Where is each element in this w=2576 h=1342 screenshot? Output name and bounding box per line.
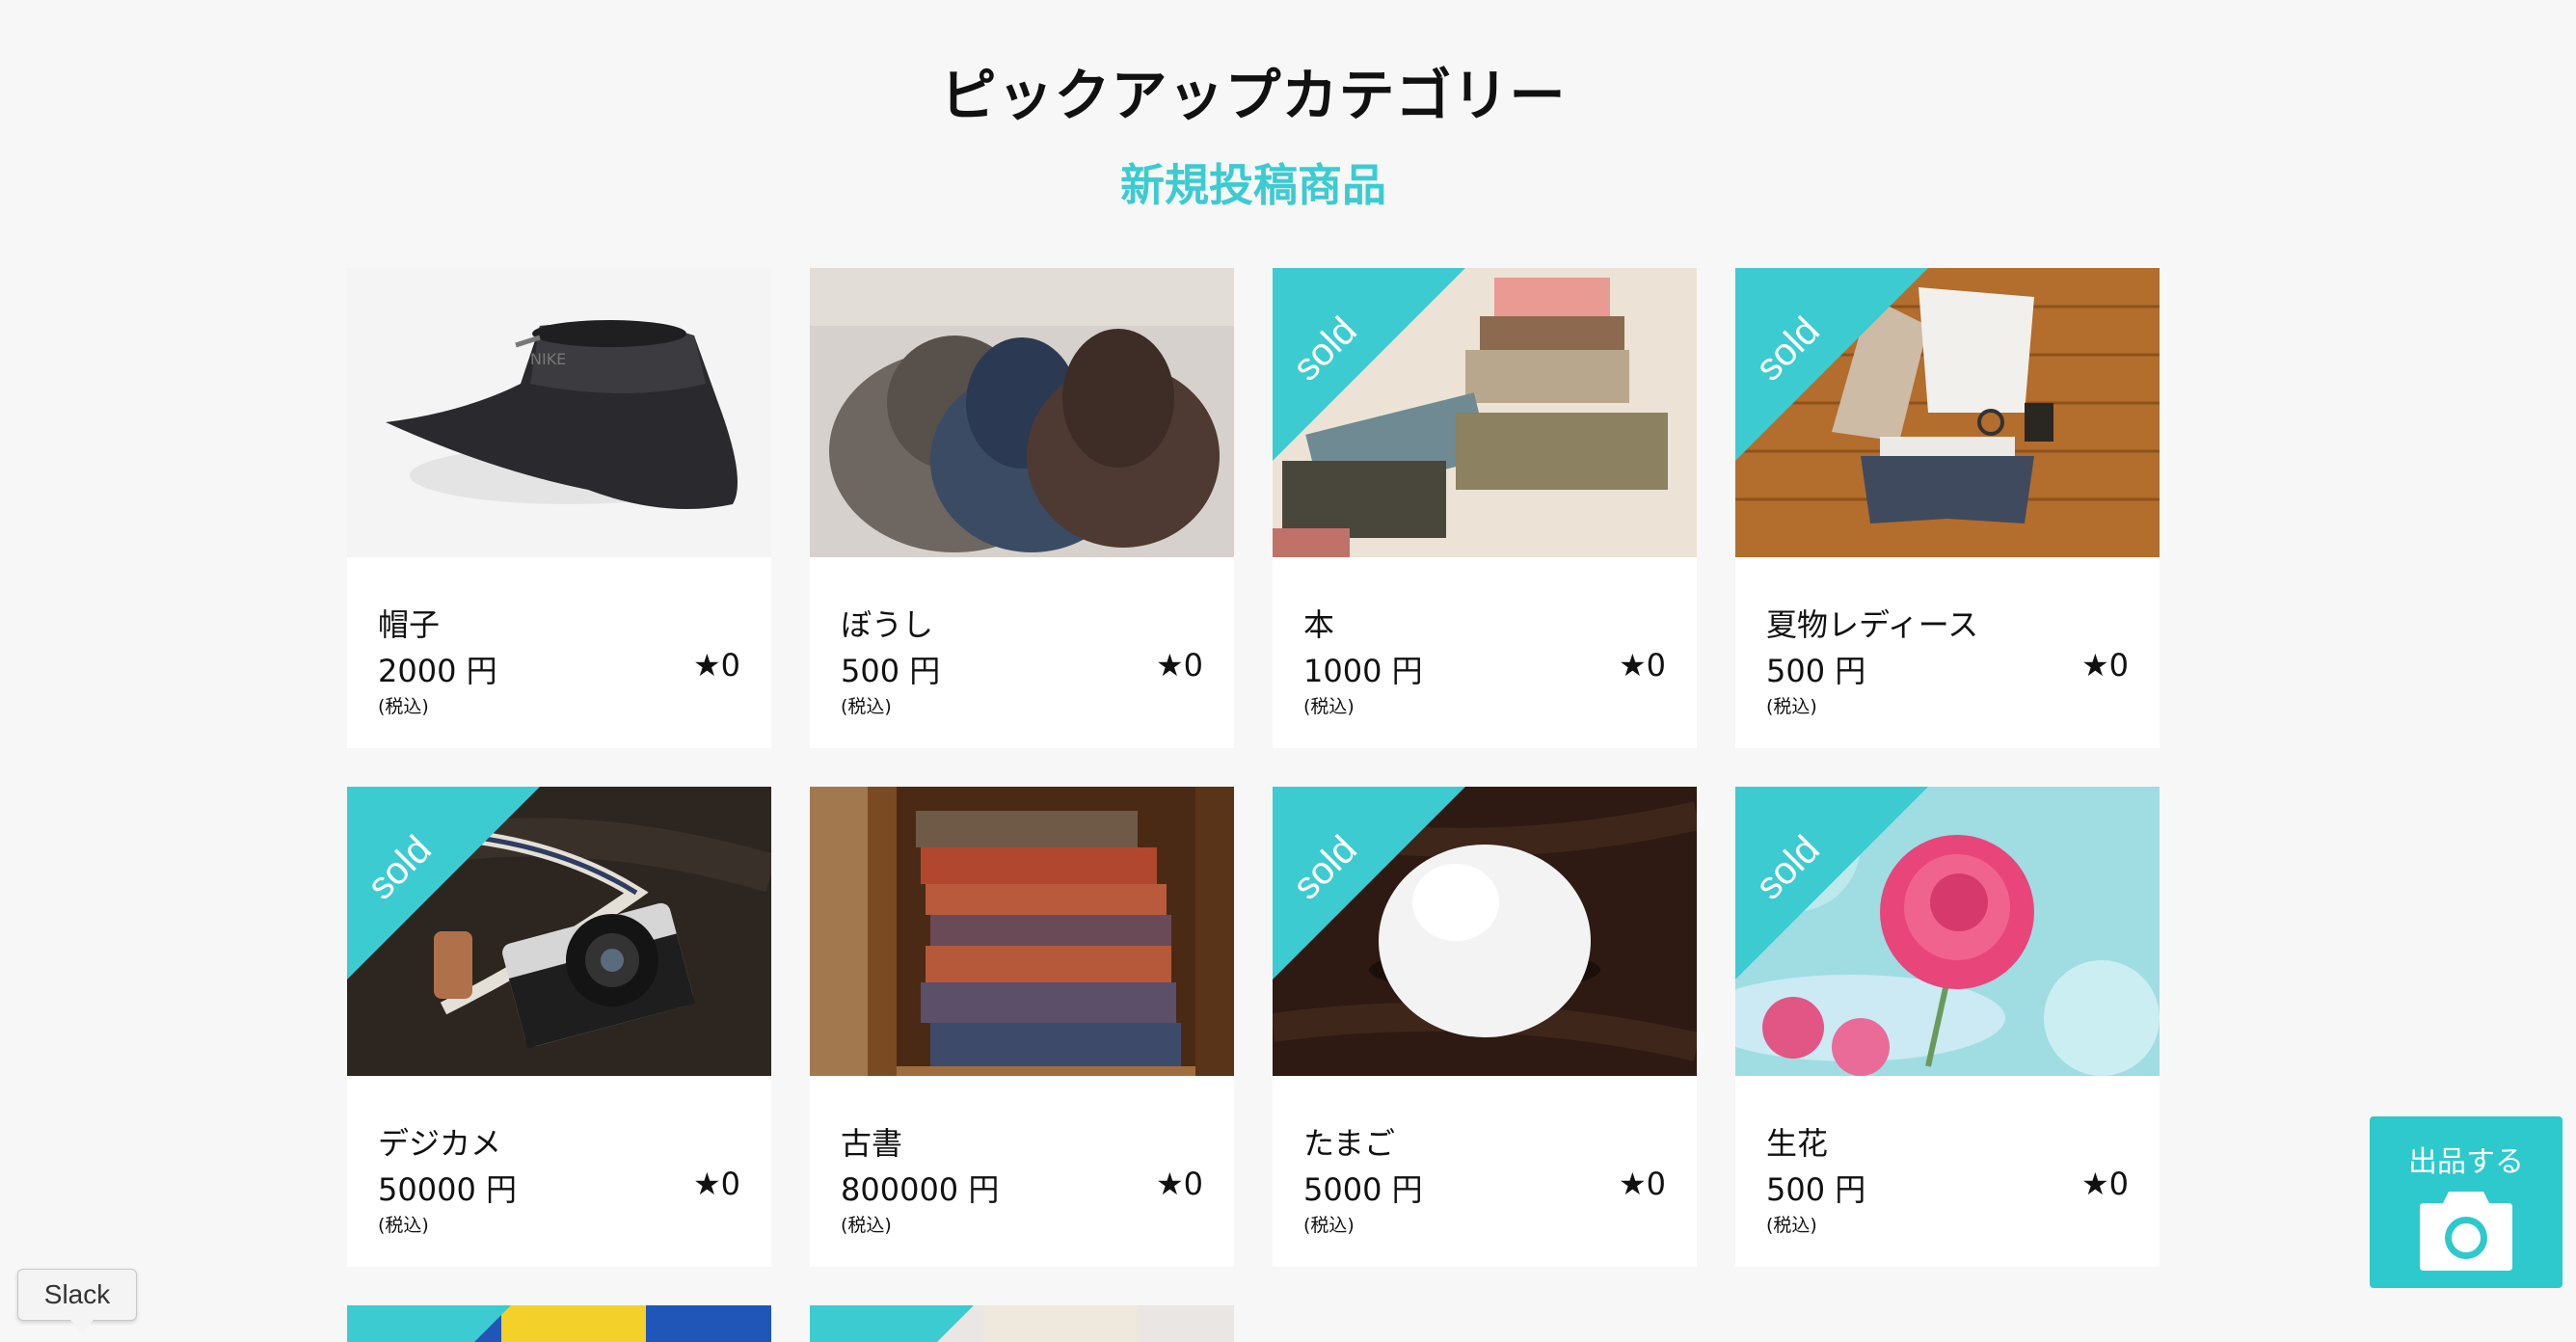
product-name: デジカメ bbox=[378, 1125, 502, 1162]
slack-tooltip: Slack bbox=[17, 1269, 137, 1333]
like-count: ★0 bbox=[1618, 647, 1666, 684]
camera-icon bbox=[2418, 1186, 2514, 1276]
product-image-partial bbox=[347, 1305, 771, 1342]
product-card[interactable]: sold 本 1000 円 (税込) ★0 bbox=[1273, 268, 1697, 748]
sold-ribbon: sold bbox=[1273, 268, 1465, 461]
sold-ribbon: sold bbox=[1735, 787, 1928, 980]
sold-ribbon: sold bbox=[1735, 268, 1928, 461]
product-price: 800000 円 bbox=[841, 1171, 1000, 1208]
sell-button-label: 出品する bbox=[2408, 1145, 2524, 1179]
like-count: ★0 bbox=[1155, 647, 1203, 684]
product-name: たまご bbox=[1303, 1125, 1396, 1162]
product-card-partial[interactable] bbox=[810, 1305, 1234, 1342]
tax-note: (税込) bbox=[1766, 1215, 1817, 1236]
sold-ribbon: sold bbox=[347, 787, 540, 980]
product-price: 500 円 bbox=[1766, 1171, 1866, 1208]
product-card[interactable]: sold 夏物レディース 500 円 (税込) ★0 bbox=[1735, 268, 2160, 748]
sold-ribbon: sold bbox=[1273, 787, 1465, 980]
product-card[interactable]: sold たまご 5000 円 (税込) ★0 bbox=[1273, 787, 1697, 1267]
product-price: 50000 円 bbox=[378, 1171, 517, 1208]
tax-note: (税込) bbox=[1303, 696, 1355, 717]
product-card[interactable]: sold デジカメ 50000 円 (税込) ★0 bbox=[347, 787, 771, 1267]
product-card[interactable]: 古書 800000 円 (税込) ★0 bbox=[810, 787, 1234, 1267]
product-name: 生花 bbox=[1766, 1125, 1829, 1162]
page-title: ピックアップカテゴリー bbox=[940, 63, 1567, 128]
like-count: ★0 bbox=[692, 1166, 740, 1202]
product-image-old-books bbox=[810, 787, 1234, 1076]
like-count: ★0 bbox=[1155, 1166, 1203, 1202]
product-card[interactable]: sold 生花 500 円 (税込) ★0 bbox=[1735, 787, 2160, 1267]
like-count: ★0 bbox=[2080, 647, 2129, 684]
tax-note: (税込) bbox=[1766, 696, 1817, 717]
product-image-partial bbox=[810, 1305, 1234, 1342]
tax-note: (税込) bbox=[378, 1215, 429, 1236]
product-price: 500 円 bbox=[1766, 653, 1866, 689]
tax-note: (税込) bbox=[378, 696, 429, 717]
product-name: 夏物レディース bbox=[1766, 606, 1979, 643]
product-image-hat: NIKE bbox=[347, 268, 771, 557]
product-name: 古書 bbox=[841, 1125, 903, 1162]
like-count: ★0 bbox=[692, 647, 740, 684]
product-card[interactable]: NIKE 帽子 2000 円 (税込) ★0 bbox=[347, 268, 771, 748]
tax-note: (税込) bbox=[841, 696, 892, 717]
product-card-partial[interactable] bbox=[347, 1305, 771, 1342]
product-price: 500 円 bbox=[841, 653, 941, 689]
product-price: 1000 円 bbox=[1303, 653, 1423, 689]
product-name: 本 bbox=[1303, 606, 1335, 643]
product-price: 5000 円 bbox=[1303, 1171, 1423, 1208]
product-image-fedoras bbox=[810, 268, 1234, 557]
tax-note: (税込) bbox=[1303, 1215, 1355, 1236]
sell-button[interactable]: 出品する bbox=[2370, 1116, 2563, 1288]
tax-note: (税込) bbox=[841, 1215, 892, 1236]
like-count: ★0 bbox=[1618, 1166, 1666, 1202]
product-card[interactable]: ぼうし 500 円 (税込) ★0 bbox=[810, 268, 1234, 748]
product-name: 帽子 bbox=[378, 606, 441, 643]
product-name: ぼうし bbox=[841, 606, 934, 643]
product-price: 2000 円 bbox=[378, 653, 497, 689]
svg-text:NIKE: NIKE bbox=[530, 350, 566, 368]
section-title: 新規投稿商品 bbox=[1120, 159, 1386, 211]
like-count: ★0 bbox=[2080, 1166, 2129, 1202]
